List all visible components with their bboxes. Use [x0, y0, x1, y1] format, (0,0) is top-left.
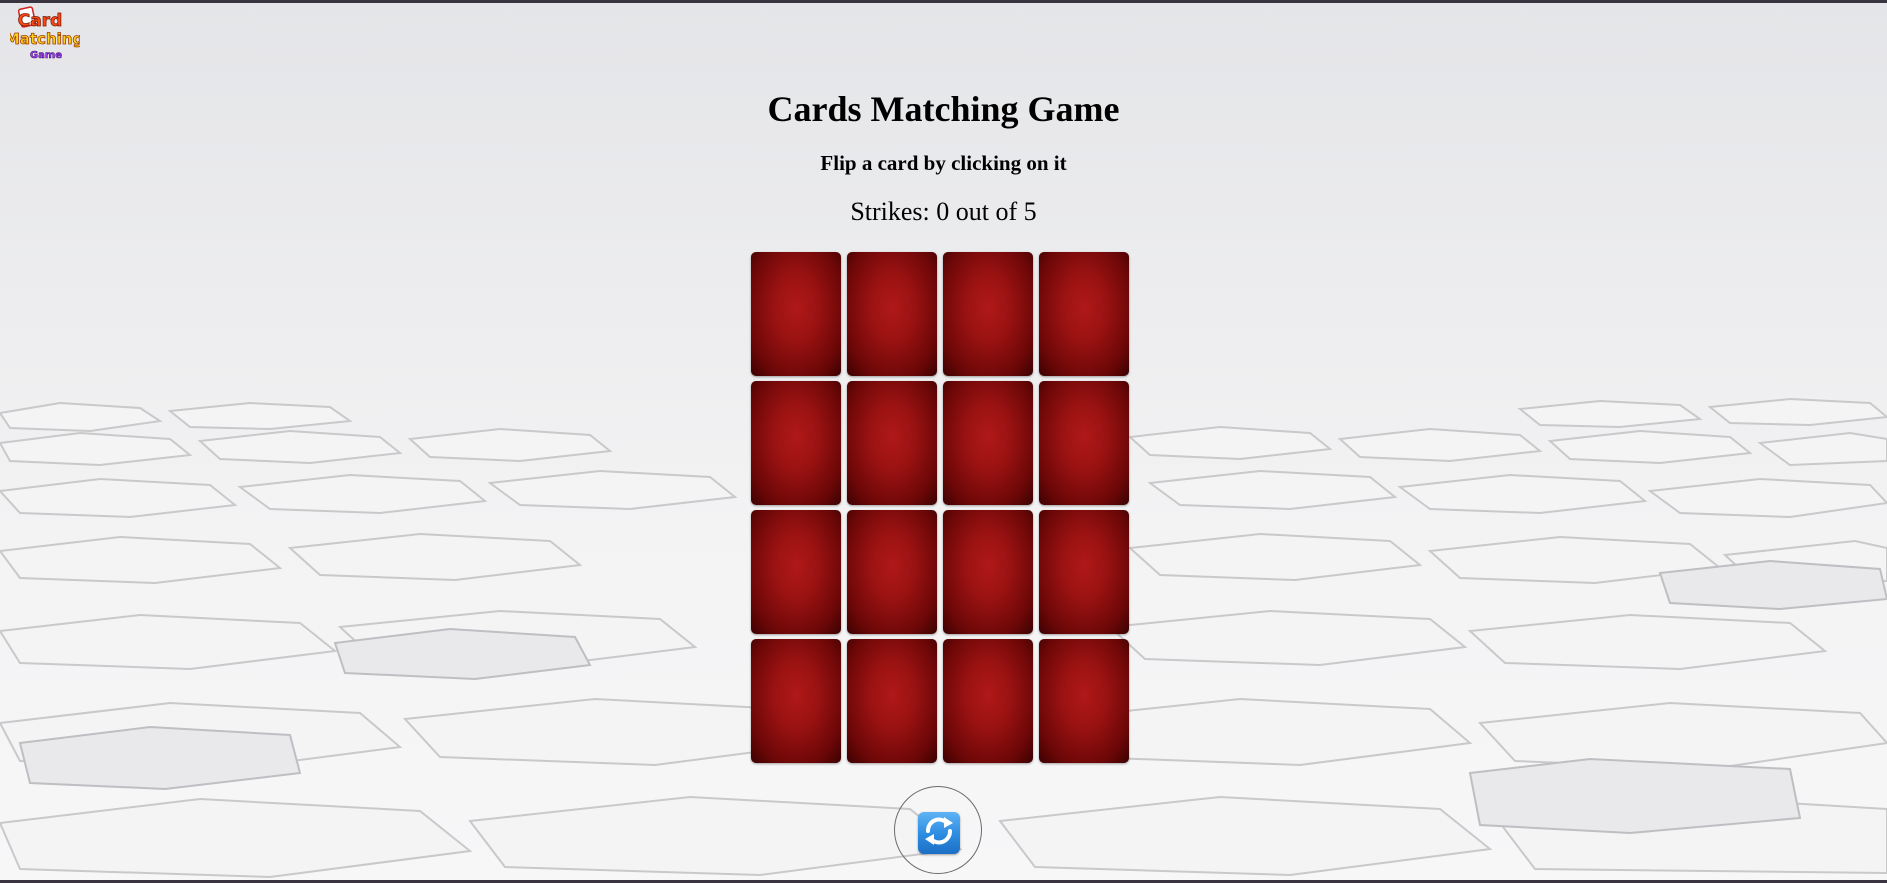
card-matching-game-logo: Card Matching Game [4, 6, 84, 64]
card-4[interactable] [1039, 252, 1129, 376]
card-9[interactable] [751, 510, 841, 634]
card-13[interactable] [751, 639, 841, 763]
instruction-text: Flip a card by clicking on it [820, 151, 1067, 175]
logo-graphic: Card Matching Game [4, 6, 84, 61]
card-1[interactable] [751, 252, 841, 376]
logo-text-game: Game [30, 50, 62, 61]
refresh-icon [925, 817, 953, 845]
card-5[interactable] [751, 381, 841, 505]
logo-text-card: Card [18, 11, 63, 31]
card-14[interactable] [847, 639, 937, 763]
card-11[interactable] [943, 510, 1033, 634]
card-10[interactable] [847, 510, 937, 634]
strikes-counter: Strikes: 0 out of 5 [850, 197, 1037, 226]
page-title: Cards Matching Game [767, 89, 1120, 129]
card-grid [751, 252, 1129, 763]
card-2[interactable] [847, 252, 937, 376]
card-12[interactable] [1039, 510, 1129, 634]
logo-text-matching: Matching [10, 30, 80, 48]
card-7[interactable] [943, 381, 1033, 505]
card-16[interactable] [1039, 639, 1129, 763]
restart-button[interactable] [894, 786, 982, 874]
card-15[interactable] [943, 639, 1033, 763]
card-3[interactable] [943, 252, 1033, 376]
card-6[interactable] [847, 381, 937, 505]
card-8[interactable] [1039, 381, 1129, 505]
window-top-border [0, 0, 1887, 3]
